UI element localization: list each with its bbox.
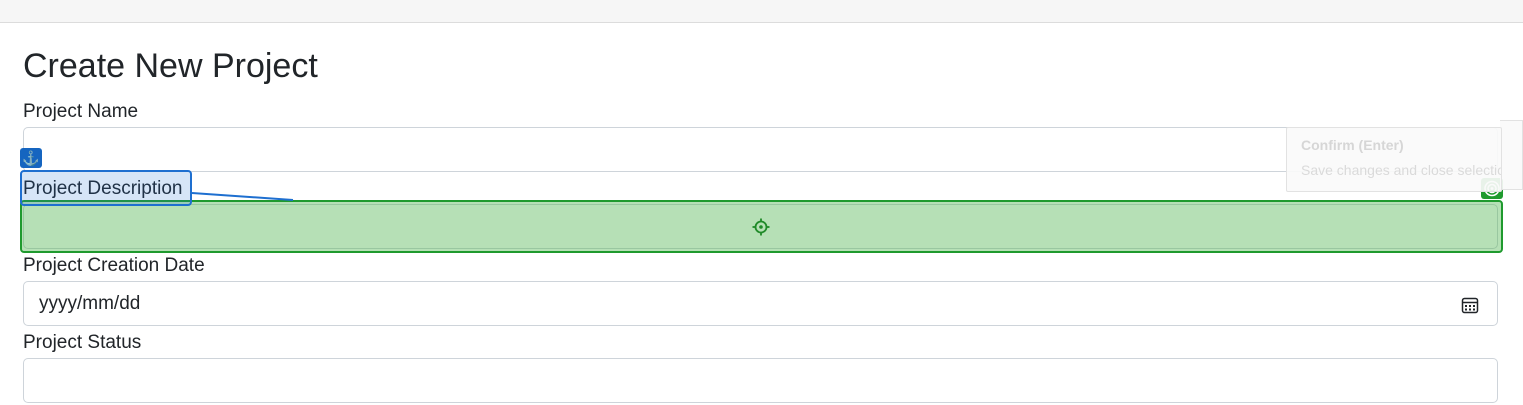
project-creation-date-label: Project Creation Date bbox=[23, 255, 205, 276]
tooltip-title: Confirm (Enter) bbox=[1301, 137, 1404, 153]
project-name-label: Project Name bbox=[23, 101, 139, 122]
crosshair-icon bbox=[752, 218, 770, 236]
calendar-icon[interactable] bbox=[1461, 296, 1479, 314]
date-placeholder: yyyy/mm/dd bbox=[39, 293, 141, 314]
tooltip-tail bbox=[1500, 120, 1523, 190]
top-toolbar bbox=[0, 0, 1523, 23]
project-status-input[interactable] bbox=[23, 358, 1498, 403]
project-status-label: Project Status bbox=[23, 332, 142, 353]
tooltip-subtitle: Save changes and close selection bbox=[1301, 162, 1502, 178]
project-name-input[interactable] bbox=[23, 127, 1498, 172]
project-creation-date-input[interactable]: yyyy/mm/dd bbox=[23, 281, 1498, 326]
anchor-icon[interactable]: ⚓ bbox=[20, 148, 42, 168]
confirm-tooltip: Confirm (Enter) Save changes and close s… bbox=[1286, 127, 1502, 192]
source-element-highlight[interactable] bbox=[20, 170, 192, 206]
page-title: Create New Project bbox=[23, 47, 318, 85]
